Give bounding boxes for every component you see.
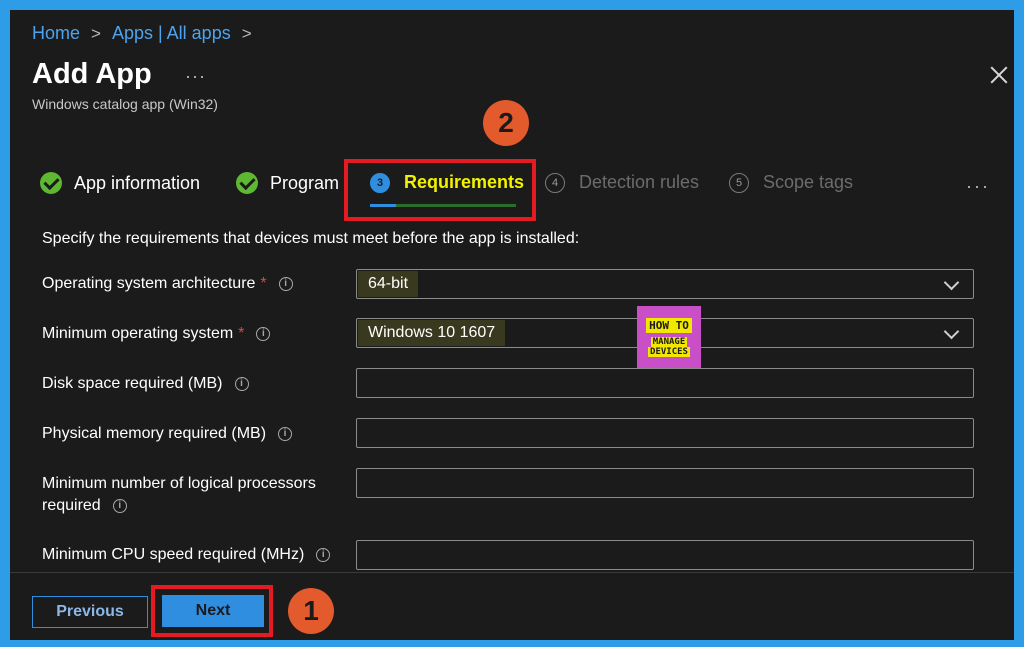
callout-badge-2: 2 bbox=[483, 100, 529, 146]
os-architecture-value: 64-bit bbox=[358, 271, 419, 297]
step-label: Scope tags bbox=[763, 172, 854, 192]
info-icon[interactable]: i bbox=[278, 277, 293, 291]
how-to-manage-devices-logo: HOW TO MANAGE DEVICES bbox=[637, 306, 701, 368]
os-architecture-select[interactable]: 64-bit bbox=[356, 269, 974, 299]
breadcrumb-apps[interactable]: Apps | All apps bbox=[112, 23, 231, 44]
tab-app-information[interactable]: App information bbox=[40, 172, 200, 194]
cpu-speed-input[interactable] bbox=[356, 540, 974, 570]
more-options-button[interactable]: ··· bbox=[185, 66, 206, 87]
physical-memory-label: Physical memory required (MB) i bbox=[42, 423, 293, 445]
previous-button[interactable]: Previous bbox=[32, 596, 148, 628]
step-number-icon: 5 bbox=[729, 172, 749, 193]
os-architecture-label: Operating system architecture * i bbox=[42, 273, 293, 295]
chevron-right-icon: > bbox=[91, 23, 101, 43]
next-button[interactable]: Next bbox=[162, 595, 264, 627]
tab-detection-rules[interactable]: 4 Detection rules bbox=[545, 172, 699, 193]
tab-program[interactable]: Program bbox=[236, 172, 339, 194]
logical-processors-label: Minimum number of logical processors req… bbox=[42, 475, 316, 514]
page-title: Add App bbox=[32, 58, 152, 90]
min-os-value: Windows 10 1607 bbox=[358, 320, 506, 346]
info-icon[interactable]: i bbox=[234, 377, 249, 391]
step-number-icon: 4 bbox=[545, 172, 565, 193]
info-icon[interactable]: i bbox=[112, 499, 127, 513]
step-label: App information bbox=[74, 172, 201, 193]
footer-divider bbox=[10, 572, 1014, 573]
check-circle-icon bbox=[40, 172, 62, 194]
info-icon[interactable]: i bbox=[316, 548, 331, 562]
chevron-right-icon: > bbox=[241, 23, 252, 43]
step-label: Program bbox=[270, 172, 340, 193]
physical-memory-input[interactable] bbox=[356, 418, 974, 448]
required-marker: * bbox=[260, 275, 267, 292]
breadcrumb: Home > Apps | All apps > bbox=[32, 23, 263, 44]
tab-scope-tags[interactable]: 5 Scope tags bbox=[729, 172, 853, 193]
requirements-highlight-box bbox=[344, 159, 536, 221]
disk-space-input[interactable] bbox=[356, 368, 974, 398]
required-marker: * bbox=[238, 325, 245, 342]
more-steps-button[interactable]: ··· bbox=[966, 176, 990, 197]
chevron-down-icon bbox=[943, 323, 960, 340]
requirements-intro: Specify the requirements that devices mu… bbox=[42, 230, 580, 247]
step-label: Detection rules bbox=[579, 172, 700, 192]
add-app-panel: Home > Apps | All apps > Add App ··· Win… bbox=[10, 10, 1014, 640]
cpu-speed-label: Minimum CPU speed required (MHz) i bbox=[42, 544, 331, 566]
info-icon[interactable]: i bbox=[256, 327, 271, 341]
disk-space-label: Disk space required (MB) i bbox=[42, 373, 249, 395]
info-icon[interactable]: i bbox=[278, 427, 293, 441]
check-circle-icon bbox=[236, 172, 258, 194]
callout-badge-1: 1 bbox=[288, 588, 334, 634]
logical-processors-input[interactable] bbox=[356, 468, 974, 498]
page-subtitle: Windows catalog app (Win32) bbox=[32, 96, 218, 112]
close-icon[interactable] bbox=[988, 64, 1010, 86]
min-os-label: Minimum operating system * i bbox=[42, 323, 271, 345]
chevron-down-icon bbox=[943, 274, 960, 291]
breadcrumb-home[interactable]: Home bbox=[32, 23, 80, 44]
